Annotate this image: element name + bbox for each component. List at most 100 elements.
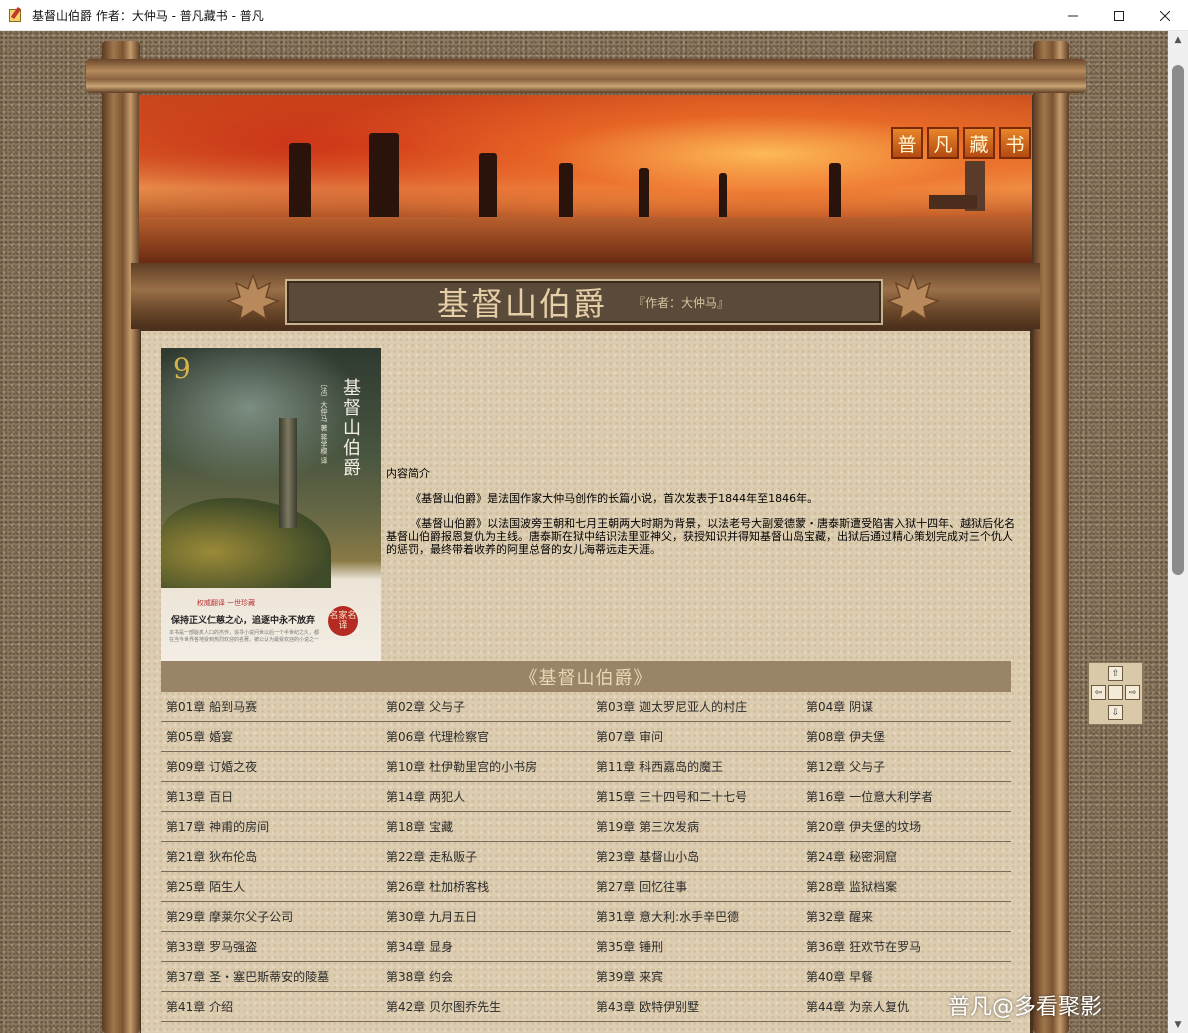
chapter-row: 第17章 神甫的房间 第18章 宝藏 第19章 第三次发病 第20章 伊夫堡的坟场 (161, 812, 1011, 842)
chapter-link[interactable]: 第15章 三十四号和二十七号 (591, 782, 801, 811)
chapter-link[interactable]: 第39章 来宾 (591, 962, 801, 991)
frame-right-post (1033, 41, 1069, 1033)
chapter-link[interactable]: 第27章 回忆往事 (591, 872, 801, 901)
arrow-left-icon: ⇦ (1094, 687, 1103, 698)
chapter-row: 第33章 罗马强盗 第34章 显身 第35章 锤刑 第36章 狂欢节在罗马 (161, 932, 1011, 962)
logo-char: 凡 (927, 127, 959, 159)
chapter-link[interactable]: 第18章 宝藏 (381, 812, 591, 841)
chapter-link[interactable]: 第31章 意大利:水手辛巴德 (591, 902, 801, 931)
chapter-link[interactable]: 第20章 伊夫堡的坟场 (801, 812, 1011, 841)
scrollbar-down-arrow[interactable]: ▼ (1168, 1016, 1188, 1033)
chapter-link[interactable]: 第21章 狄布伦岛 (161, 842, 381, 871)
chapter-link[interactable]: 第34章 显身 (381, 932, 591, 961)
logo-char: 普 (891, 127, 923, 159)
book-intro: 内容简介 《基督山伯爵》是法国作家大仲马创作的长篇小说，首次发表于1844年至1… (386, 467, 1016, 568)
chapter-link[interactable]: 第42章 贝尔图乔先生 (381, 992, 591, 1021)
maximize-button[interactable] (1096, 0, 1142, 31)
page-viewport: 普 凡 藏 书 基督山伯爵 『作者：大仲马』 9 基督山伯爵 〔法〕大仲马 著 … (0, 31, 1168, 1033)
vertical-scrollbar[interactable]: ▲ ▼ (1168, 31, 1188, 1033)
chapter-link[interactable]: 第01章 船到马赛 (161, 692, 381, 721)
chapter-link[interactable]: 第40章 早餐 (801, 962, 1011, 991)
chapter-link[interactable]: 第35章 锤刑 (591, 932, 801, 961)
scrollbar-thumb[interactable] (1172, 65, 1184, 575)
chapter-link[interactable]: 第02章 父与子 (381, 692, 591, 721)
chapter-link[interactable]: 第10章 杜伊勒里宫的小书房 (381, 752, 591, 781)
chapter-row: 第09章 订婚之夜 第10章 杜伊勒里宫的小书房 第11章 科西嘉岛的魔王 第12章 … (161, 752, 1011, 782)
chapter-link[interactable]: 第24章 秘密洞窟 (801, 842, 1011, 871)
maple-leaf-icon (886, 273, 940, 321)
chapter-link[interactable]: 第26章 杜加桥客栈 (381, 872, 591, 901)
chapter-link[interactable]: 第32章 醒来 (801, 902, 1011, 931)
chapter-link[interactable]: 第09章 订婚之夜 (161, 752, 381, 781)
chapter-row: 第05章 婚宴 第06章 代理检察官 第07章 审问 第08章 伊夫堡 (161, 722, 1011, 752)
book-cover[interactable]: 9 基督山伯爵 〔法〕大仲马 著 蒋学模 译 权威翻译 一世珍藏 保持正义仁慈之… (161, 348, 381, 661)
chapter-link[interactable]: 第23章 基督山小岛 (591, 842, 801, 871)
chapter-link[interactable]: 第28章 监狱档案 (801, 872, 1011, 901)
cover-description: 本书是一部脍炙人口的杰作，追寻小说问世以后一个半世纪之久，都在当今世界各地受到热… (169, 630, 320, 643)
chapter-link[interactable]: 第07章 审问 (591, 722, 801, 751)
scroll-up-button[interactable]: ⇧ (1108, 666, 1123, 681)
scroll-stop-button[interactable] (1108, 685, 1123, 700)
chapter-link[interactable]: 第04章 阴谋 (801, 692, 1011, 721)
arrow-down-icon: ⇩ (1111, 707, 1120, 718)
chapter-link[interactable]: 第12章 父与子 (801, 752, 1011, 781)
chapter-link[interactable]: 第22章 走私贩子 (381, 842, 591, 871)
site-logo[interactable]: 普 凡 藏 书 (891, 127, 1031, 159)
chapter-row: 第13章 百日 第14章 两犯人 第15章 三十四号和二十七号 第16章 一位意大利学… (161, 782, 1011, 812)
scroll-nav-pad: ⇧ ⇦ ⇨ ⇩ (1088, 662, 1143, 725)
content-panel: 9 基督山伯爵 〔法〕大仲马 著 蒋学模 译 权威翻译 一世珍藏 保持正义仁慈之… (141, 331, 1030, 1033)
cover-subtitle: 〔法〕大仲马 著 蒋学模 译 (320, 380, 328, 464)
intro-paragraph: 《基督山伯爵》是法国作家大仲马创作的长篇小说，首次发表于1844年至1846年。 (410, 492, 819, 505)
intro-heading: 内容简介 (386, 467, 430, 480)
arrow-right-icon: ⇨ (1128, 687, 1137, 698)
banner-tree (719, 173, 727, 223)
chapter-row: 第21章 狄布伦岛 第22章 走私贩子 第23章 基督山小岛 第24章 秘密洞窟 (161, 842, 1011, 872)
chapter-list: 第01章 船到马赛 第02章 父与子 第03章 迦太罗尼亚人的村庄 第04章 阴谋 第0… (161, 692, 1011, 1022)
window-title: 基督山伯爵 作者：大仲马 - 普凡藏书 - 普凡 (32, 8, 264, 23)
chapter-link[interactable]: 第17章 神甫的房间 (161, 812, 381, 841)
close-button[interactable] (1142, 0, 1188, 31)
chapter-link[interactable]: 第19章 第三次发病 (591, 812, 801, 841)
close-icon (1160, 10, 1170, 21)
scroll-left-button[interactable]: ⇦ (1091, 685, 1106, 700)
chapter-list-header: 《基督山伯爵》 (161, 661, 1011, 692)
caret-up-icon: ▲ (1174, 34, 1182, 45)
chapter-link[interactable]: 第05章 婚宴 (161, 722, 381, 751)
maximize-icon (1114, 10, 1124, 21)
maple-leaf-icon (226, 273, 280, 321)
banner-ground (139, 217, 1032, 263)
chapter-link[interactable]: 第08章 伊夫堡 (801, 722, 1011, 751)
chapter-link[interactable]: 第14章 两犯人 (381, 782, 591, 811)
chapter-link[interactable]: 第11章 科西嘉岛的魔王 (591, 752, 801, 781)
chapter-link[interactable]: 第29章 摩莱尔父子公司 (161, 902, 381, 931)
chapter-link[interactable]: 第36章 狂欢节在罗马 (801, 932, 1011, 961)
scroll-down-button[interactable]: ⇩ (1108, 705, 1123, 720)
chapter-link[interactable]: 第37章 圣・塞巴斯蒂安的陵墓 (161, 962, 381, 991)
cover-tagline: 权威翻译 一世珍藏 (196, 599, 256, 607)
cover-title: 基督山伯爵 (340, 378, 361, 478)
chapter-link[interactable]: 第38章 约会 (381, 962, 591, 991)
chapter-row: 第41章 介绍 第42章 贝尔图乔先生 第43章 欧特伊别墅 第44章 为亲人复仇 (161, 992, 1011, 1022)
minimize-button[interactable] (1050, 0, 1096, 31)
scrollbar-up-arrow[interactable]: ▲ (1168, 31, 1188, 48)
chapter-row: 第01章 船到马赛 第02章 父与子 第03章 迦太罗尼亚人的村庄 第04章 阴谋 (161, 692, 1011, 722)
chapter-link[interactable]: 第41章 介绍 (161, 992, 381, 1021)
scroll-right-button[interactable]: ⇨ (1125, 685, 1140, 700)
chapter-link[interactable]: 第30章 九月五日 (381, 902, 591, 931)
logo-char: 书 (999, 127, 1031, 159)
chapter-link[interactable]: 第06章 代理检察官 (381, 722, 591, 751)
banner-tree (829, 163, 841, 223)
chapter-link[interactable]: 第03章 迦太罗尼亚人的村庄 (591, 692, 801, 721)
caret-down-icon: ▼ (1174, 1019, 1182, 1030)
chapter-link[interactable]: 第13章 百日 (161, 782, 381, 811)
chapter-link[interactable]: 第25章 陌生人 (161, 872, 381, 901)
banner-tree (559, 163, 573, 223)
cover-seal: 名家名译 (328, 606, 358, 636)
app-icon (8, 6, 24, 23)
chapter-link[interactable]: 第33章 罗马强盗 (161, 932, 381, 961)
header-banner: 普 凡 藏 书 (139, 95, 1032, 263)
cover-slogan: 保持正义仁慈之心，追逐中永不放弃 (171, 616, 316, 626)
chapter-link[interactable]: 第43章 欧特伊别墅 (591, 992, 801, 1021)
chapter-link[interactable]: 第16章 一位意大利学者 (801, 782, 1011, 811)
window-titlebar: 基督山伯爵 作者：大仲马 - 普凡藏书 - 普凡 (0, 0, 1188, 31)
